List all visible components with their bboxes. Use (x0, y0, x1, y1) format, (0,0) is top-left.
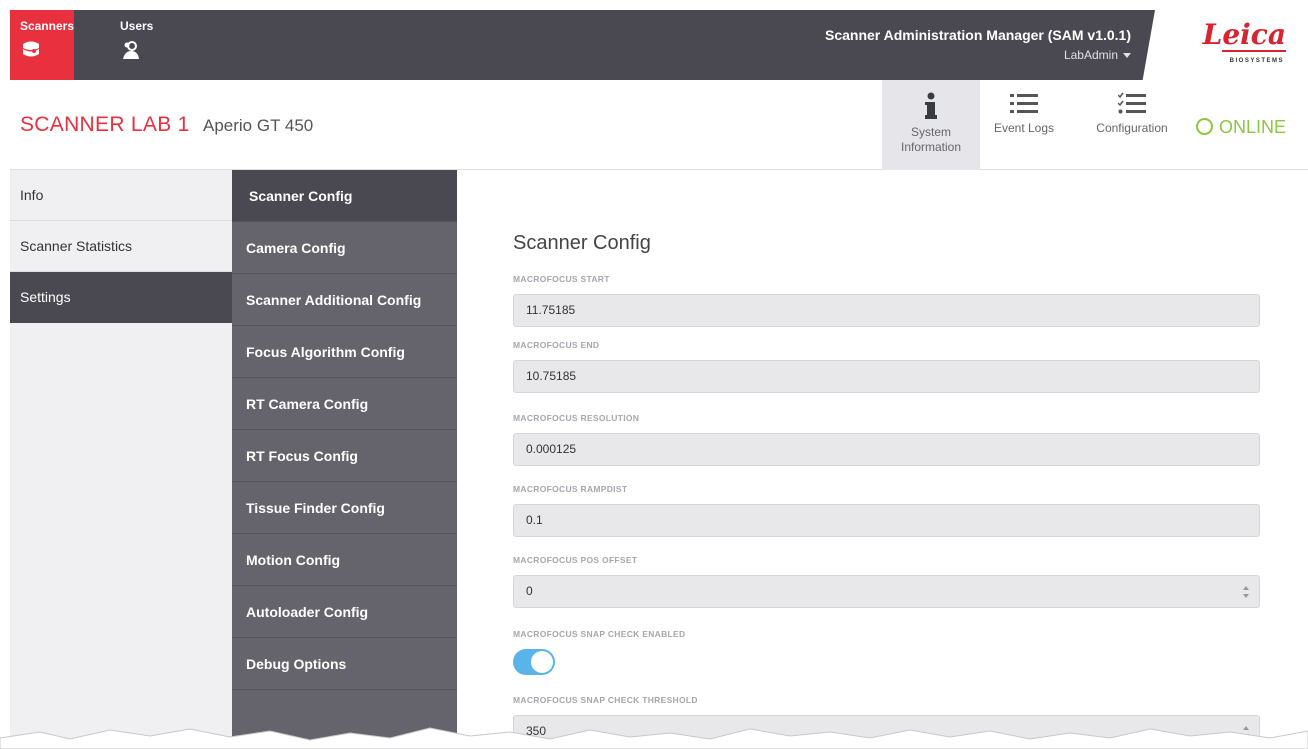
nav-item-info[interactable]: Info (10, 170, 232, 221)
field-label: MACROFOCUS RESOLUTION (513, 413, 640, 423)
field-macrofocus-end: MACROFOCUS END 10.75185 (513, 340, 1260, 393)
status-text: ONLINE (1219, 117, 1287, 137)
left-navigation: Info Scanner Statistics Settings (10, 170, 232, 749)
list-icon (1010, 94, 1038, 113)
field-label: MACROFOCUS POS OFFSET (513, 555, 638, 565)
subnav-label: Tissue Finder Config (246, 500, 385, 516)
nav-item-scanner-statistics[interactable]: Scanner Statistics (10, 221, 232, 272)
logo-text: Leica (1202, 18, 1286, 51)
info-icon (925, 92, 937, 119)
field-macrofocus-resolution: MACROFOCUS RESOLUTION 0.000125 (513, 413, 1260, 466)
subnav-scanner-config[interactable]: Scanner Config (232, 170, 457, 222)
chevron-down-icon (1123, 53, 1131, 59)
tab-users-label: Users (120, 19, 154, 33)
subnav-focus-algorithm-config[interactable]: Focus Algorithm Config (232, 326, 457, 378)
system-information-button[interactable]: System Information (882, 80, 980, 170)
field-label: MACROFOCUS END (513, 340, 600, 350)
logo-underline (1222, 50, 1286, 52)
field-macrofocus-snap-check-enabled: MACROFOCUS SNAP CHECK ENABLED (513, 629, 1260, 675)
subnav-label: Debug Options (246, 656, 347, 672)
user-menu[interactable]: LabAdmin (1064, 48, 1131, 62)
subnav-rt-focus-config[interactable]: RT Focus Config (232, 430, 457, 482)
event-logs-button[interactable]: Event Logs (985, 80, 1063, 170)
nav-item-settings[interactable]: Settings (10, 272, 232, 323)
top-bar: Scanners Users Scanner Administration Ma… (10, 10, 1308, 80)
field-label: MACROFOCUS SNAP CHECK THRESHOLD (513, 695, 698, 705)
subnav-autoloader-config[interactable]: Autoloader Config (232, 586, 457, 638)
subnav-motion-config[interactable]: Motion Config (232, 534, 457, 586)
field-label: MACROFOCUS RAMPDIST (513, 484, 628, 494)
macrofocus-rampdist-input[interactable]: 0.1 (513, 504, 1260, 537)
status-indicator: ONLINE (1196, 117, 1286, 138)
checklist-icon (1118, 92, 1146, 114)
online-status-icon (1196, 118, 1213, 135)
subnav-label: RT Focus Config (246, 448, 358, 464)
subnav-scanner-additional-config[interactable]: Scanner Additional Config (232, 274, 457, 326)
scanner-header: SCANNER LAB 1 Aperio GT 450 System Infor… (10, 80, 1308, 170)
users-icon (123, 41, 139, 59)
main-content: Scanner Config MACROFOCUS START 11.75185… (457, 170, 1308, 749)
subnav-label: Autoloader Config (246, 604, 369, 620)
field-macrofocus-start: MACROFOCUS START 11.75185 (513, 274, 1260, 327)
configuration-label: Configuration (1096, 121, 1168, 135)
tab-scanners-label: Scanners (20, 19, 75, 33)
section-title: Scanner Config (513, 232, 651, 254)
field-macrofocus-rampdist: MACROFOCUS RAMPDIST 0.1 (513, 484, 1260, 537)
user-name: LabAdmin (1063, 48, 1118, 62)
subnav-label: Camera Config (246, 240, 346, 256)
tab-scanners[interactable]: Scanners (10, 10, 74, 80)
event-logs-label: Event Logs (993, 121, 1055, 135)
scanner-model: Aperio GT 450 (203, 116, 314, 135)
torn-edge-decoration (0, 727, 1308, 749)
subnav-label: Scanner Config (249, 188, 353, 204)
configuration-button[interactable]: Configuration (1086, 80, 1178, 170)
subnav-rt-camera-config[interactable]: RT Camera Config (232, 378, 457, 430)
field-macrofocus-pos-offset: MACROFOCUS POS OFFSET 0 (513, 555, 1260, 608)
macrofocus-start-input[interactable]: 11.75185 (513, 294, 1260, 327)
macrofocus-end-input[interactable]: 10.75185 (513, 360, 1260, 393)
macrofocus-pos-offset-value: 0 (526, 584, 533, 598)
subnav-label: Scanner Additional Config (246, 292, 422, 308)
settings-subnav: Scanner Config Camera Config Scanner Add… (232, 170, 457, 749)
spinner-icon[interactable] (1243, 586, 1249, 598)
subnav-label: Motion Config (246, 552, 341, 568)
subnav-label: Focus Algorithm Config (246, 344, 405, 360)
toggle-knob (531, 651, 553, 673)
subnav-label: RT Camera Config (246, 396, 369, 412)
leica-logo: Leica BIOSYSTEMS (1182, 10, 1308, 80)
scanner-name: SCANNER LAB 1 (20, 113, 190, 136)
macrofocus-pos-offset-input[interactable]: 0 (513, 575, 1260, 608)
nav-item-label: Info (20, 187, 44, 203)
logo-subtext: BIOSYSTEMS (1229, 58, 1284, 64)
nav-item-label: Settings (20, 289, 71, 305)
field-label: MACROFOCUS SNAP CHECK ENABLED (513, 629, 686, 639)
subnav-tissue-finder-config[interactable]: Tissue Finder Config (232, 482, 457, 534)
app-title: Scanner Administration Manager (SAM v1.0… (825, 27, 1131, 43)
snap-check-enabled-toggle[interactable] (513, 649, 555, 675)
subnav-camera-config[interactable]: Camera Config (232, 222, 457, 274)
tab-users[interactable]: Users (110, 10, 174, 80)
subnav-debug-options[interactable]: Debug Options (232, 638, 457, 690)
system-information-label: System Information (900, 125, 962, 154)
macrofocus-resolution-input[interactable]: 0.000125 (513, 433, 1260, 466)
scanner-icon (23, 41, 39, 57)
nav-item-label: Scanner Statistics (20, 238, 133, 254)
field-label: MACROFOCUS START (513, 274, 610, 284)
